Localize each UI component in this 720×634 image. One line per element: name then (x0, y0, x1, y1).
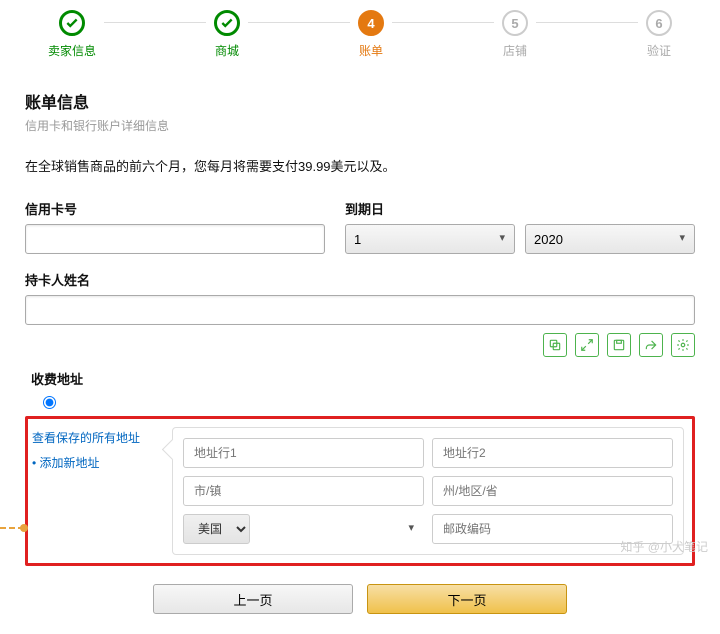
check-icon (59, 10, 85, 36)
step-label: 验证 (647, 42, 671, 59)
expiry-label: 到期日 (345, 199, 695, 218)
address-line2-input[interactable] (432, 438, 673, 468)
step-number: 6 (646, 10, 672, 36)
check-icon (214, 10, 240, 36)
step-label: 账单 (359, 42, 383, 59)
fee-notice: 在全球销售商品的前六个月，您每月将需要支付39.99美元以及。 (25, 156, 695, 175)
card-number-label: 信用卡号 (25, 199, 325, 218)
progress-stepper: 卖家信息 商城 4 账单 5 店铺 6 验证 (0, 0, 720, 79)
prev-button[interactable]: 上一页 (153, 584, 353, 614)
step-number: 4 (358, 10, 384, 36)
address-line1-input[interactable] (183, 438, 424, 468)
step-seller-info: 卖家信息 (40, 10, 104, 59)
share-icon[interactable] (639, 333, 663, 357)
billing-address-title: 收费地址 (31, 369, 695, 388)
address-box: 查看保存的所有地址 添加新地址 美国 (25, 416, 695, 566)
step-number: 5 (502, 10, 528, 36)
next-button[interactable]: 下一页 (367, 584, 567, 614)
country-select[interactable]: 美国 (183, 514, 250, 544)
city-input[interactable] (183, 476, 424, 506)
billing-address-radio[interactable] (43, 396, 56, 409)
settings-icon[interactable] (671, 333, 695, 357)
annotation-marker (0, 527, 24, 529)
step-store: 5 店铺 (494, 10, 536, 59)
step-verify: 6 验证 (638, 10, 680, 59)
expand-icon[interactable] (575, 333, 599, 357)
step-billing: 4 账单 (350, 10, 392, 59)
region-input[interactable] (432, 476, 673, 506)
cardholder-label: 持卡人姓名 (25, 270, 695, 289)
save-icon[interactable] (607, 333, 631, 357)
view-saved-addresses-link[interactable]: 查看保存的所有地址 (32, 429, 162, 446)
copy-icon[interactable] (543, 333, 567, 357)
section-subtitle: 信用卡和银行账户详细信息 (25, 117, 695, 134)
step-marketplace: 商城 (206, 10, 248, 59)
cardholder-input[interactable] (25, 295, 695, 325)
section-title: 账单信息 (25, 89, 695, 113)
add-new-address-link[interactable]: 添加新地址 (32, 454, 162, 471)
step-label: 商城 (215, 42, 239, 59)
card-number-input[interactable] (25, 224, 325, 254)
watermark: 知乎 @小犬笔记 (620, 538, 708, 555)
expiry-year-select[interactable]: 2020 (525, 224, 695, 254)
step-label: 卖家信息 (48, 42, 96, 59)
step-label: 店铺 (503, 42, 527, 59)
expiry-month-select[interactable]: 1 (345, 224, 515, 254)
toolbar (25, 333, 695, 357)
